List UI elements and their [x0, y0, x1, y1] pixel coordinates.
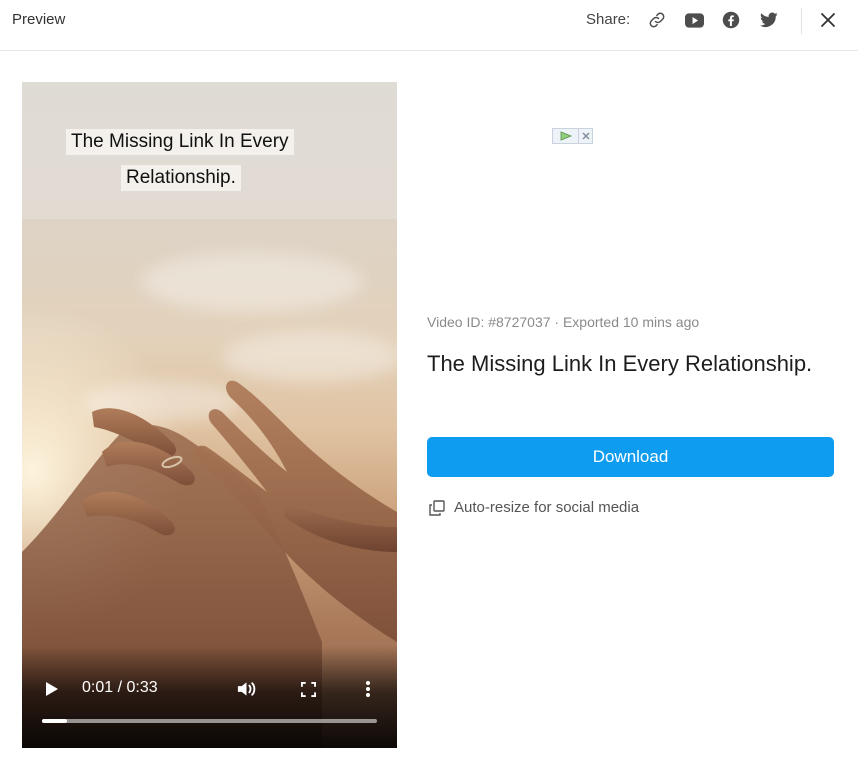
close-icon	[821, 13, 835, 27]
page-title: Preview	[12, 11, 66, 28]
youtube-icon	[684, 12, 704, 28]
more-options-icon	[366, 681, 370, 697]
play-icon	[560, 131, 572, 141]
video-player[interactable]: The Missing Link In Every Relationship. …	[22, 82, 397, 748]
more-options-button[interactable]	[358, 678, 378, 700]
play-button[interactable]	[42, 678, 62, 700]
progress-bar[interactable]	[42, 719, 377, 723]
share-label: Share:	[586, 11, 631, 28]
link-icon	[649, 12, 665, 28]
share-facebook-button[interactable]	[719, 8, 743, 32]
volume-icon	[237, 682, 255, 696]
ad-play-button[interactable]	[553, 129, 579, 143]
close-button[interactable]	[816, 8, 840, 32]
auto-resize-option[interactable]: Auto-resize for social media	[429, 499, 639, 516]
close-icon	[582, 132, 589, 140]
caption-line-2: Relationship.	[121, 165, 241, 191]
top-bar: Preview Share:	[0, 0, 858, 51]
share-twitter-button[interactable]	[757, 8, 781, 32]
copy-link-button[interactable]	[645, 8, 669, 32]
header-divider	[801, 8, 802, 34]
download-button[interactable]: Download	[427, 437, 834, 477]
ad-widget[interactable]	[552, 128, 593, 144]
fullscreen-icon	[300, 681, 316, 697]
ad-close-button[interactable]	[579, 129, 592, 143]
play-icon	[46, 682, 58, 696]
video-title: The Missing Link In Every Relationship.	[427, 351, 813, 376]
progress-fill	[42, 719, 68, 723]
caption-line-1: The Missing Link In Every	[66, 129, 294, 155]
volume-button[interactable]	[234, 678, 258, 700]
facebook-icon	[722, 11, 740, 29]
copy-resize-icon	[429, 499, 445, 516]
auto-resize-label: Auto-resize for social media	[454, 499, 640, 516]
video-meta: Video ID: #8727037 · Exported 10 mins ag…	[427, 314, 700, 330]
twitter-icon	[760, 12, 778, 28]
video-controls	[22, 646, 397, 748]
fullscreen-button[interactable]	[298, 679, 318, 699]
time-display: 0:01 / 0:33	[82, 679, 158, 696]
share-youtube-button[interactable]	[682, 8, 706, 32]
